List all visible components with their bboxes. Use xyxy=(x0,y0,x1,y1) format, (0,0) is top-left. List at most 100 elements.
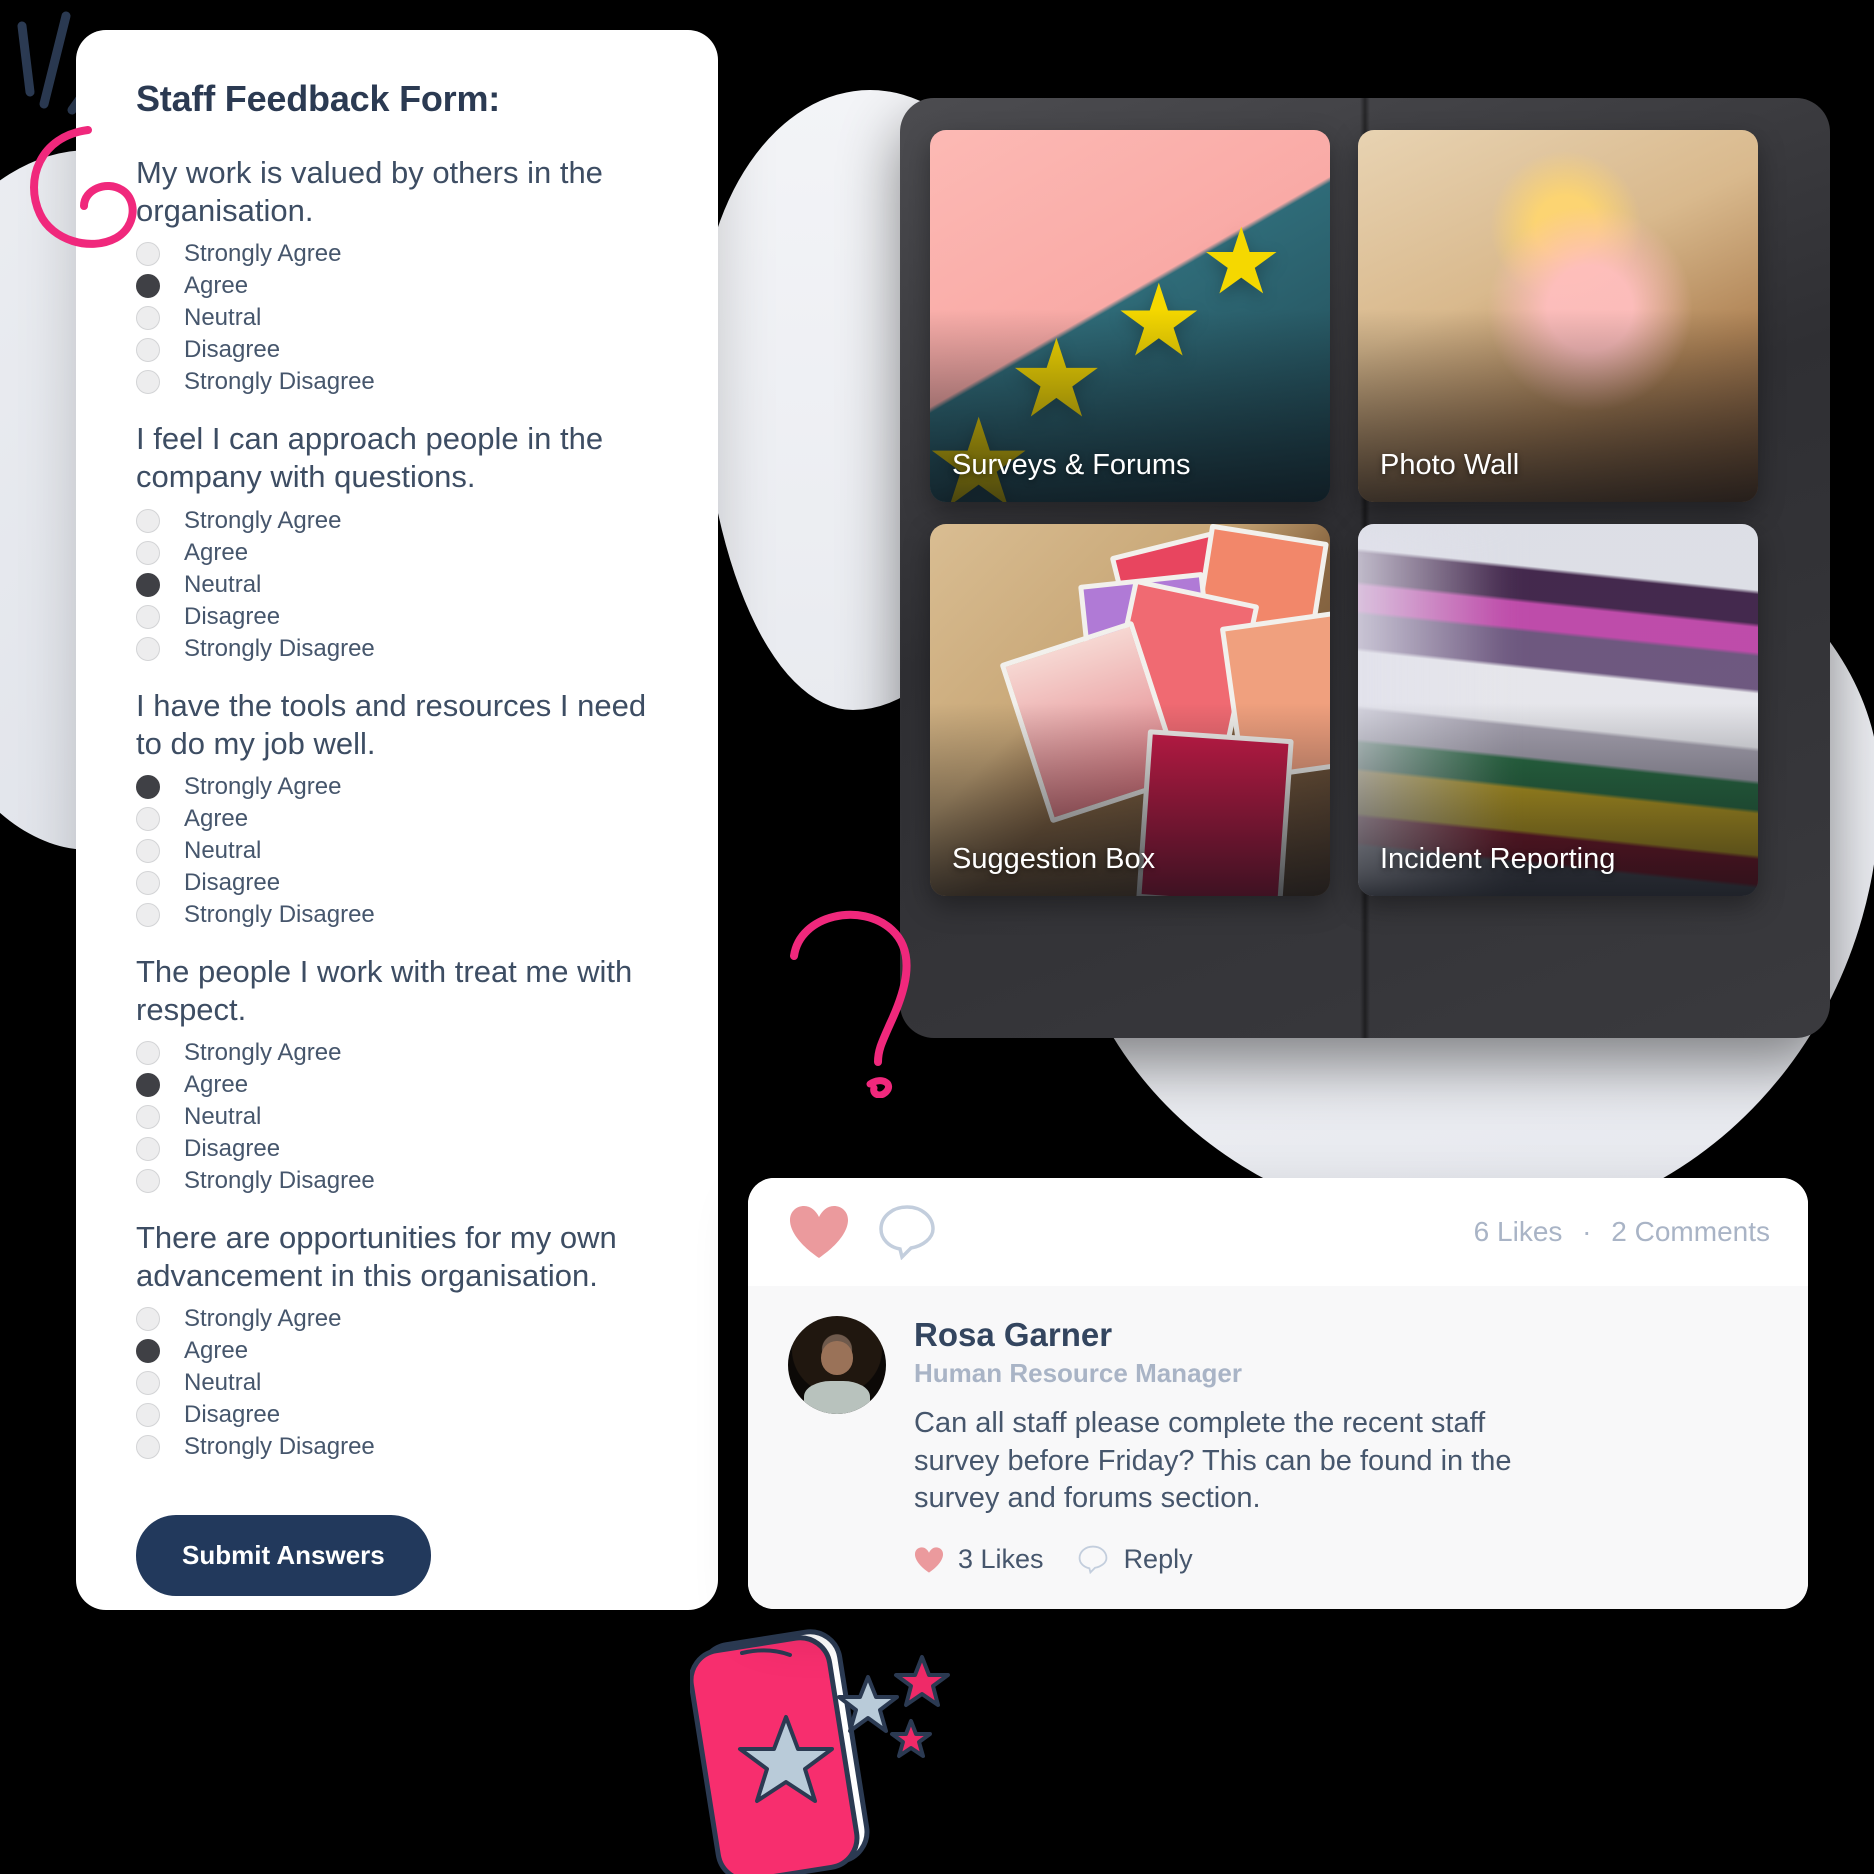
page-title: Staff Feedback Form: xyxy=(136,78,501,119)
post-card: 6 Likes · 2 Comments Rosa Garner Human R… xyxy=(748,1178,1808,1610)
radio-option[interactable]: Neutral xyxy=(136,1101,662,1133)
radio-button[interactable] xyxy=(136,1403,160,1428)
radio-button[interactable] xyxy=(136,338,160,363)
radio-button[interactable] xyxy=(136,1339,160,1364)
pink-phone-stars-illustration xyxy=(690,1629,950,1874)
radio-button[interactable] xyxy=(136,1169,160,1193)
questions-list: My work is valued by others in the organ… xyxy=(136,154,662,1463)
radio-option-label: Neutral xyxy=(184,836,262,864)
radio-option[interactable]: Disagree xyxy=(136,601,662,633)
radio-button[interactable] xyxy=(136,274,160,299)
radio-option[interactable]: Strongly Agree xyxy=(136,771,662,803)
radio-option-label: Strongly Disagree xyxy=(184,1167,375,1194)
tile-label: Photo Wall xyxy=(1380,449,1520,481)
radio-button[interactable] xyxy=(136,1307,160,1332)
radio-option-label: Disagree xyxy=(184,1135,281,1162)
counts-separator: · xyxy=(1582,1216,1592,1247)
radio-option-label: Neutral xyxy=(184,1369,262,1397)
reply-button[interactable]: Reply xyxy=(1124,1544,1193,1575)
comment-author-role: Human Resource Manager xyxy=(914,1358,1242,1388)
question-text: My work is valued by others in the organ… xyxy=(136,155,603,229)
radio-option-label: Disagree xyxy=(184,868,281,896)
radio-button[interactable] xyxy=(136,636,160,661)
radio-option[interactable]: Strongly Disagree xyxy=(136,633,662,665)
tile-incident-reporting[interactable]: Incident Reporting xyxy=(1358,524,1758,896)
speech-bubble-icon[interactable] xyxy=(1078,1545,1108,1575)
question-block: I have the tools and resources I need to… xyxy=(136,687,662,931)
radio-button[interactable] xyxy=(136,572,160,597)
pink-hook-doodle xyxy=(790,910,911,1098)
radio-option[interactable]: Strongly Disagree xyxy=(136,366,662,398)
radio-option-label: Agree xyxy=(184,1071,249,1098)
radio-button[interactable] xyxy=(136,806,160,831)
radio-option[interactable]: Neutral xyxy=(136,835,662,867)
comment-actions-row: 3 Likes Reply xyxy=(914,1544,1574,1575)
question-text: The people I work with treat me with res… xyxy=(136,953,633,1027)
staff-feedback-form-card: Staff Feedback Form: My work is valued b… xyxy=(76,30,718,1610)
radio-option[interactable]: Agree xyxy=(136,803,662,835)
tile-label: Suggestion Box xyxy=(952,843,1156,875)
radio-button[interactable] xyxy=(136,902,160,927)
radio-option[interactable]: Disagree xyxy=(136,1399,662,1431)
radio-option[interactable]: Strongly Disagree xyxy=(136,899,662,931)
radio-option[interactable]: Strongly Agree xyxy=(136,1037,662,1069)
tile-grid: ★ ★ ★ ★ Surveys & Forums Photo Wall xyxy=(930,130,1800,896)
radio-button[interactable] xyxy=(136,1435,160,1460)
heart-icon[interactable] xyxy=(788,1204,850,1260)
radio-option[interactable]: Strongly Agree xyxy=(136,238,662,270)
likes-count: 6 Likes xyxy=(1473,1216,1563,1247)
avatar-face xyxy=(821,1341,853,1375)
radio-option[interactable]: Strongly Agree xyxy=(136,505,662,537)
radio-option-label: Neutral xyxy=(184,304,262,332)
radio-option[interactable]: Neutral xyxy=(136,569,662,601)
radio-button[interactable] xyxy=(136,1041,160,1065)
radio-option-label: Agree xyxy=(184,272,249,300)
radio-option-label: Agree xyxy=(184,538,249,566)
radio-option[interactable]: Neutral xyxy=(136,1367,662,1399)
radio-button[interactable] xyxy=(136,306,160,331)
radio-option-label: Agree xyxy=(184,1337,249,1365)
speech-bubble-icon[interactable] xyxy=(878,1204,936,1260)
tile-surveys-forums[interactable]: ★ ★ ★ ★ Surveys & Forums xyxy=(930,130,1330,502)
radio-option-label: Strongly Disagree xyxy=(184,1433,375,1461)
radio-button[interactable] xyxy=(136,540,160,565)
radio-option[interactable]: Strongly Agree xyxy=(136,1303,662,1335)
radio-option[interactable]: Strongly Disagree xyxy=(136,1431,662,1463)
tile-suggestion-box[interactable]: Suggestion Box xyxy=(930,524,1330,896)
avatar xyxy=(788,1316,886,1414)
radio-option-label: Neutral xyxy=(184,1103,262,1130)
radio-option[interactable]: Neutral xyxy=(136,302,662,334)
radio-button[interactable] xyxy=(136,838,160,863)
radio-button[interactable] xyxy=(136,870,160,895)
radio-option[interactable]: Disagree xyxy=(136,1133,662,1165)
radio-button[interactable] xyxy=(136,604,160,629)
radio-button[interactable] xyxy=(136,1371,160,1396)
radio-option[interactable]: Agree xyxy=(136,270,662,302)
question-text: I feel I can approach people in the comp… xyxy=(136,421,604,495)
comments-count: 2 Comments xyxy=(1611,1216,1770,1247)
submit-button[interactable]: Submit Answers xyxy=(136,1515,431,1597)
tile-photo-wall[interactable]: Photo Wall xyxy=(1358,130,1758,502)
radio-button[interactable] xyxy=(136,508,160,533)
question-block: I feel I can approach people in the comp… xyxy=(136,420,662,664)
radio-button[interactable] xyxy=(136,1137,160,1161)
radio-button[interactable] xyxy=(136,1105,160,1129)
radio-option[interactable]: Disagree xyxy=(136,334,662,366)
avatar-body xyxy=(803,1380,871,1414)
radio-button[interactable] xyxy=(136,1073,160,1097)
radio-option[interactable]: Strongly Disagree xyxy=(136,1165,662,1197)
comment-message: Can all staff please complete the recent… xyxy=(914,1407,1512,1515)
radio-button[interactable] xyxy=(136,774,160,799)
radio-button[interactable] xyxy=(136,370,160,395)
heart-icon[interactable] xyxy=(914,1546,944,1574)
comment-author: Rosa Garner xyxy=(914,1316,1113,1353)
pink-swirl-doodle xyxy=(30,126,137,248)
question-text: I have the tools and resources I need to… xyxy=(136,687,647,761)
radio-option[interactable]: Agree xyxy=(136,1335,662,1367)
radio-option-label: Strongly Disagree xyxy=(184,634,375,662)
radio-option-label: Strongly Agree xyxy=(184,1305,342,1333)
screenshot-stage: ★ ★ ★ ★ Surveys & Forums Photo Wall xyxy=(0,0,1874,1874)
radio-option[interactable]: Agree xyxy=(136,537,662,569)
radio-option[interactable]: Disagree xyxy=(136,867,662,899)
radio-option[interactable]: Agree xyxy=(136,1069,662,1101)
